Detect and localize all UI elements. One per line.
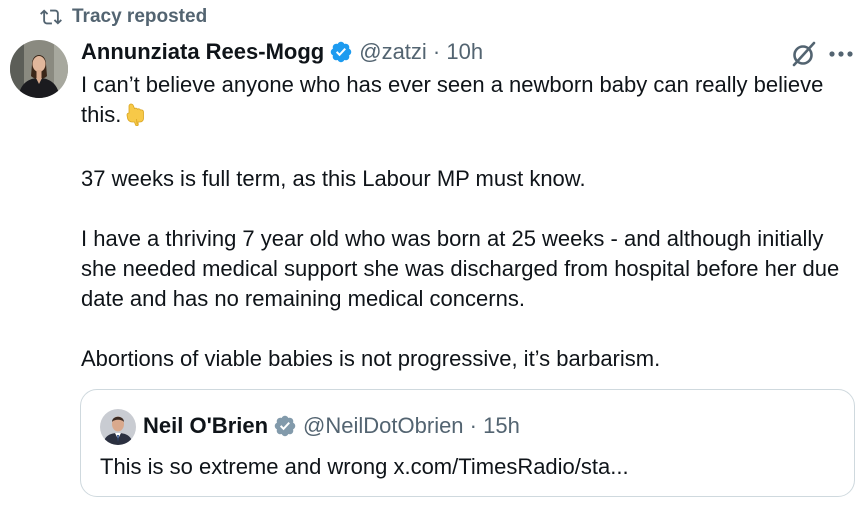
handle-and-timestamp[interactable]: @zatzi · 10h — [359, 39, 483, 65]
grok-icon[interactable] — [790, 40, 818, 68]
repost-icon — [40, 9, 62, 25]
quoted-tweet-header: Neil O'Brien @NeilDotObrien · 15h — [143, 411, 520, 441]
tweet-paragraph-3: I have a thriving 7 year old who was bor… — [81, 226, 840, 311]
avatar-image — [10, 40, 68, 98]
author-name[interactable]: Annunziata Rees-Mogg — [81, 39, 324, 65]
verified-badge-icon[interactable] — [329, 40, 353, 64]
pointing-down-hand-icon — [125, 102, 147, 134]
tweet-body: I can’t believe anyone who has ever seen… — [81, 70, 861, 374]
avatar[interactable] — [10, 40, 68, 98]
quoted-avatar-image — [100, 409, 136, 445]
quoted-tweet-text: This is so extreme and wrong x.com/Times… — [100, 454, 629, 479]
repost-label: Tracy reposted — [72, 6, 208, 27]
quoted-author-name[interactable]: Neil O'Brien — [143, 413, 268, 439]
repost-indicator[interactable]: Tracy reposted — [40, 6, 207, 28]
tweet-paragraph-1: I can’t believe anyone who has ever seen… — [81, 70, 861, 134]
more-options-icon[interactable] — [826, 40, 856, 68]
tweet-header: Annunziata Rees-Mogg @zatzi · 10h — [81, 36, 483, 68]
tweet-paragraph-4: Abortions of viable babies is not progre… — [81, 346, 661, 371]
quoted-avatar[interactable] — [100, 409, 136, 445]
government-verified-badge-icon[interactable] — [273, 414, 297, 438]
quoted-handle-and-timestamp[interactable]: @NeilDotObrien · 15h — [303, 413, 520, 439]
tweet-paragraph-2: 37 weeks is full term, as this Labour MP… — [81, 166, 586, 191]
quoted-tweet-card[interactable]: Neil O'Brien @NeilDotObrien · 15h This i… — [80, 389, 855, 497]
